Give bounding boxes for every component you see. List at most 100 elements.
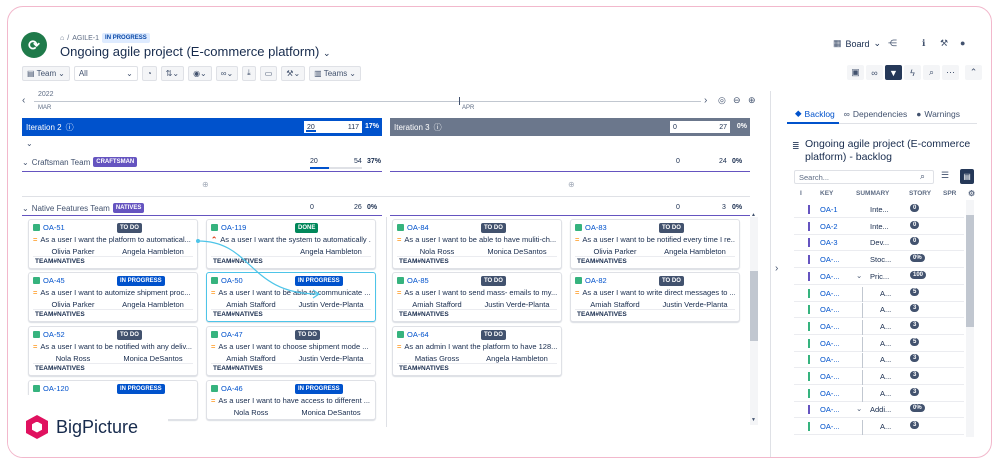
export-button[interactable]: ⤓ [242,65,256,81]
issue-card[interactable]: OA-47 TO DO = As a user I want to choose sh… [206,326,376,376]
backlog-key[interactable]: OA-1 [820,205,838,214]
link-button[interactable]: ∞ [866,65,883,80]
sort-button[interactable]: ⇅⌄ [160,65,185,81]
issue-key[interactable]: OA-51 [43,223,65,232]
issue-key[interactable]: OA-83 [585,223,607,232]
target-icon[interactable]: ◎ [718,95,726,106]
info-icon[interactable]: ⓘ [434,122,442,133]
issue-card[interactable]: OA-64 TO DO = As an admin I want the platfo… [392,326,562,376]
chevron-right-icon[interactable]: › [704,95,707,106]
link-button[interactable]: ∞⌄ [215,65,239,81]
issue-card[interactable]: OA-83 TO DO = As a user I want to be notifi… [570,219,740,269]
issue-card[interactable]: OA-45 IN PROGRESS = As a user I want to aut… [28,272,198,322]
issue-card[interactable]: OA-51 TO DO = As a user I want the platform… [28,219,198,269]
issue-key[interactable]: OA-82 [585,276,607,285]
zoom-out-icon[interactable]: ⊖ [733,95,741,106]
backlog-key[interactable]: OA-... [820,339,840,348]
search-button[interactable]: ⌕ [923,65,940,80]
issue-key[interactable]: OA-64 [407,330,429,339]
filter-select[interactable]: All ⌄ [73,65,138,81]
timeline[interactable]: ‹ 2022 MAR APR › ◎ ⊖ ⊕ [22,91,757,115]
detail-view-button[interactable]: ▤ [960,169,974,184]
add-icon[interactable]: ⊕ [568,180,575,189]
backlog-key[interactable]: OA-... [820,355,840,364]
flash-button[interactable]: ϟ [904,65,921,80]
more-button[interactable]: ⋯ [942,65,959,80]
backlog-key[interactable]: OA-2 [820,222,838,231]
team-row-natives[interactable]: ⌄ Native Features Team NATIVES [22,201,145,215]
backlog-scrollbar[interactable] [966,200,974,437]
backlog-row[interactable]: OA-... A... 5 [794,285,964,302]
tab-warnings[interactable]: ● Warnings [916,108,960,119]
info-icon[interactable]: ⓘ [66,122,74,133]
backlog-key[interactable]: OA-... [820,305,840,314]
comment-button[interactable]: ▭ [259,65,278,81]
collapse-panel-icon[interactable]: › [775,263,778,274]
backlog-row[interactable]: OA-... A... 3 [794,351,964,369]
backlog-row[interactable]: OA-... A... 3 [794,418,964,436]
team-dropdown[interactable]: ▤ Team ⌄ [22,65,70,81]
dependency-arrow[interactable] [193,232,333,302]
backlog-row[interactable]: OA-... A... 5 [794,335,964,352]
calendar-button[interactable]: ▣ [847,65,864,80]
chevron-down-icon[interactable]: ⌄ [22,204,29,213]
chevron-left-icon[interactable]: ‹ [22,95,25,106]
teams-dropdown[interactable]: ▥ Teams ⌄ [309,65,361,81]
iteration-3-header[interactable]: Iteration 3 ⓘ 0 27 0% [390,118,750,136]
backlog-row[interactable]: OA-... Stoc... 0% [794,251,964,269]
backlog-row[interactable]: OA-... ⌄ Pric... 100 [794,268,964,285]
issue-key[interactable]: OA-46 [221,384,243,393]
issue-key[interactable]: OA-119 [221,223,246,232]
issue-key[interactable]: OA-47 [221,330,243,339]
gear-icon[interactable]: ⚙ [968,189,975,198]
scroll-down-icon[interactable]: ▼ [751,417,756,423]
backlog-key[interactable]: OA-... [820,272,840,281]
filter-button[interactable]: ▼ [885,65,902,80]
settings-button[interactable]: ⚒ [940,38,948,49]
backlog-row[interactable]: OA-... A... 3 [794,385,964,402]
board-switch[interactable]: ▦ Board ⌄ [833,38,881,49]
issue-card[interactable]: OA-84 TO DO = As a user I want to be able t… [392,219,562,269]
collapse-button[interactable]: ⌃ [965,65,982,80]
chart-button[interactable]: ◔ [141,65,157,81]
backlog-row[interactable]: OA-2 Inte... 0 [794,218,964,235]
backlog-row[interactable]: OA-... A... 3 [794,368,964,385]
view-button[interactable]: ◉⌄ [188,65,212,81]
share-button[interactable]: ⋲ [888,38,897,49]
chevron-down-icon[interactable]: ⌄ [856,404,862,413]
issue-card[interactable]: OA-46 IN PROGRESS = As a user I want to hav… [206,380,376,420]
backlog-row[interactable]: OA-... A... 3 [794,301,964,319]
user-button[interactable]: ● [960,38,965,48]
issue-key[interactable]: OA-45 [43,276,65,285]
chevron-down-icon[interactable]: ⌄ [323,48,331,58]
chevron-down-icon[interactable]: ⌄ [22,158,29,167]
home-icon[interactable]: ⌂ [60,35,64,42]
tab-dependencies[interactable]: ∞ Dependencies [844,108,907,119]
search-icon[interactable]: ⌕ [920,171,925,182]
list-view-icon[interactable]: ☰ [941,170,949,181]
issue-key[interactable]: OA-85 [407,276,429,285]
issue-key[interactable]: OA-120 [43,384,69,393]
backlog-key[interactable]: OA-... [820,372,840,381]
tab-backlog[interactable]: ◆ Backlog [795,108,835,119]
backlog-row[interactable]: OA-3 Dev... 0 [794,234,964,252]
issue-card[interactable]: OA-52 TO DO = As a user I want to be notifi… [28,326,198,376]
add-icon[interactable]: ⊕ [202,180,209,189]
backlog-row[interactable]: OA-1 Inte... 0 [794,201,964,218]
backlog-key[interactable]: OA-... [820,405,840,414]
backlog-search-input[interactable]: Search... [794,170,934,184]
breadcrumb-project[interactable]: AGILE-1 [72,35,99,42]
page-title[interactable]: Ongoing agile project (E-commerce platfo… [60,44,331,59]
backlog-key[interactable]: OA-3 [820,238,838,247]
tools-button[interactable]: ⚒⌄ [281,65,306,81]
iteration-2-header[interactable]: Iteration 2 ⓘ 20 117 17% [22,118,382,136]
issue-key[interactable]: OA-52 [43,330,65,339]
issue-card[interactable]: OA-85 TO DO = As a user I want to send mass… [392,272,562,322]
zoom-in-icon[interactable]: ⊕ [748,95,756,106]
issue-card[interactable]: OA-82 TO DO = As a user I want to write dir… [570,272,740,322]
backlog-row[interactable]: OA-... A... 3 [794,318,964,335]
info-button[interactable]: ℹ [922,38,925,49]
team-row-craftsman[interactable]: ⌄ Craftsman Team CRAFTSMAN [22,155,138,169]
backlog-key[interactable]: OA-... [820,289,840,298]
backlog-key[interactable]: OA-... [820,255,840,264]
